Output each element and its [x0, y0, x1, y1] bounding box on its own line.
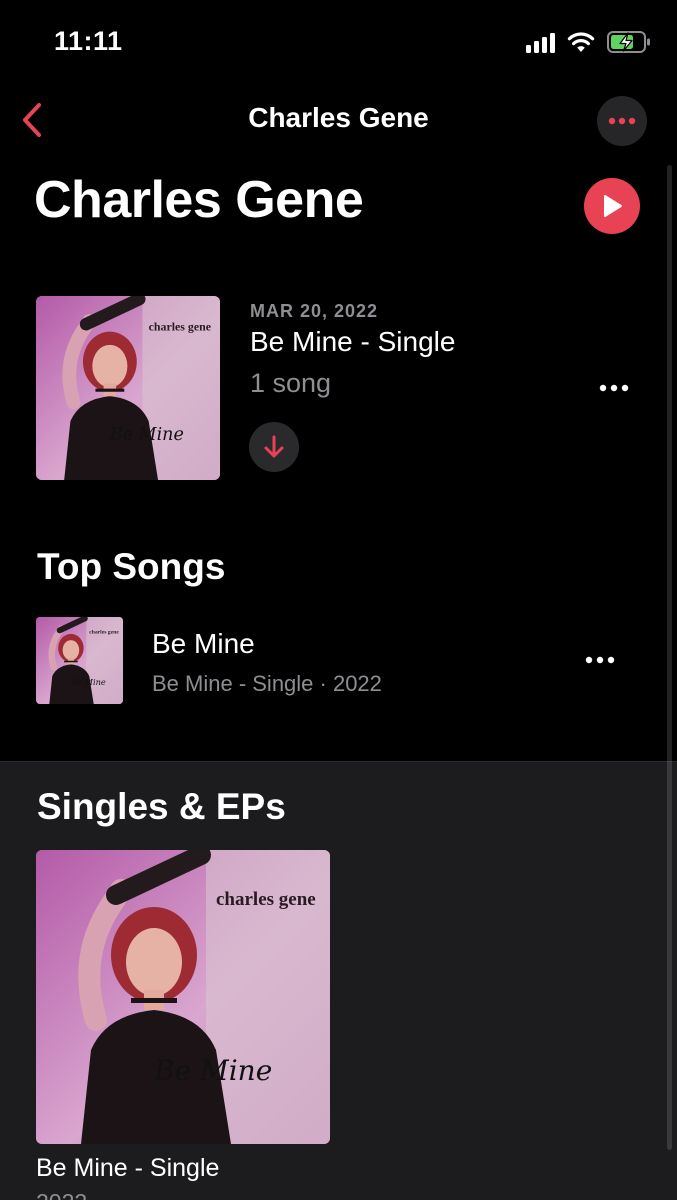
status-time: 11:11: [54, 26, 123, 56]
singles-heading: Singles & EPs: [37, 786, 286, 827]
latest-release-title[interactable]: Be Mine - Single: [250, 326, 455, 358]
artist-page: 11:11 Charles Gene Charles Gene charles …: [0, 0, 677, 1200]
song-subtitle: Be Mine - Single · 2022: [152, 671, 382, 696]
album-art-image: charles gene Be Mine: [36, 296, 220, 480]
art-handwritten-title: Be Mine: [109, 425, 184, 445]
release-date: MAR 20, 2022: [250, 301, 379, 321]
latest-release-artwork[interactable]: charles gene Be Mine: [36, 296, 220, 480]
cellular-signal-icon: [526, 31, 555, 53]
battery-charging-icon: [607, 31, 650, 53]
art-artist-label: charles gene: [89, 629, 119, 635]
arrow-down-icon: [264, 435, 284, 458]
status-bar: 11:11: [0, 0, 677, 84]
scroll-indicator[interactable]: [667, 165, 672, 1150]
ellipsis-icon: [599, 384, 629, 392]
song-count: 1 song: [250, 368, 332, 398]
latest-release-more-button[interactable]: [597, 376, 631, 400]
single-artwork: charles gene Be Mine: [36, 850, 330, 1144]
play-button[interactable]: [584, 178, 640, 234]
song-title: Be Mine: [152, 628, 255, 659]
art-artist-label: charles gene: [149, 319, 211, 333]
art-handwritten-title: Be Mine: [70, 677, 106, 687]
wifi-icon: [567, 32, 595, 52]
download-button[interactable]: [249, 422, 299, 472]
song-more-button[interactable]: [583, 650, 617, 670]
singles-section: Singles & EPs charles gene Be Mine Be Mi…: [0, 761, 677, 1200]
art-handwritten-title: Be Mine: [153, 1054, 272, 1087]
song-row[interactable]: charles gene Be Mine Be Mine Be Mine - S…: [0, 610, 677, 710]
play-icon: [604, 195, 622, 217]
nav-title: Charles Gene: [248, 102, 429, 133]
single-card[interactable]: charles gene Be Mine Be Mine - Single 20…: [36, 850, 330, 1200]
more-options-button[interactable]: [597, 96, 647, 146]
ellipsis-icon: [585, 656, 615, 664]
status-icons: [526, 30, 651, 54]
top-songs-heading: Top Songs: [37, 546, 226, 587]
album-art-image: charles gene Be Mine: [36, 617, 123, 704]
song-artwork: charles gene Be Mine: [36, 617, 123, 704]
art-artist-label: charles gene: [216, 889, 316, 910]
single-year: 2022: [36, 1189, 87, 1200]
ellipsis-icon: [608, 117, 636, 125]
album-art-image: charles gene Be Mine: [36, 850, 330, 1144]
artist-title: Charles Gene: [34, 171, 364, 229]
single-title: Be Mine - Single: [36, 1154, 220, 1182]
nav-bar: Charles Gene: [0, 90, 677, 150]
